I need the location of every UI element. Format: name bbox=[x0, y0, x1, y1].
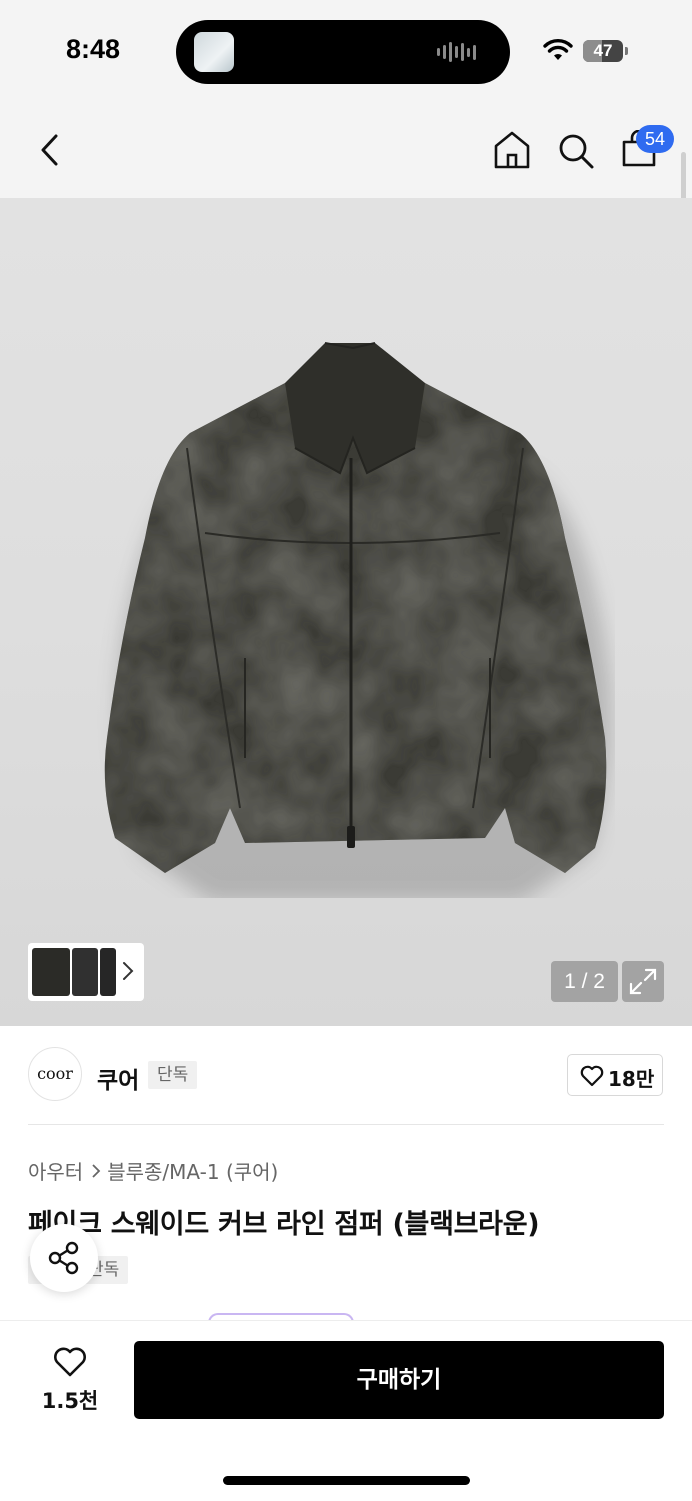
home-indicator[interactable] bbox=[223, 1476, 470, 1485]
breadcrumb-subcategory[interactable]: 블루종/MA-1 (쿠어) bbox=[107, 1156, 278, 1185]
status-bar: 8:48 47 bbox=[0, 0, 692, 100]
battery-cap bbox=[625, 47, 628, 55]
wifi-icon bbox=[543, 39, 573, 60]
thumbnail-back[interactable] bbox=[100, 948, 116, 996]
battery-icon: 47 bbox=[583, 40, 623, 62]
product-title: 페이크 스웨이드 커브 라인 점퍼 (블랙브라운) bbox=[28, 1209, 540, 1240]
exclusive-badge: 단독 bbox=[148, 1061, 198, 1089]
brand-like-count: 18만 bbox=[608, 1067, 655, 1091]
brand-like-button[interactable]: 18만 bbox=[567, 1054, 663, 1096]
product-like-count: 1.5천 bbox=[41, 1389, 99, 1413]
now-playing-artwork bbox=[194, 32, 234, 72]
breadcrumb: 아우터 블루종/MA-1 (쿠어) bbox=[28, 1156, 278, 1185]
search-icon[interactable] bbox=[557, 132, 595, 170]
battery-level: 47 bbox=[593, 41, 613, 60]
dynamic-island[interactable] bbox=[176, 20, 510, 84]
chevron-right-icon bbox=[92, 1163, 101, 1178]
thumbnail-strip[interactable] bbox=[28, 943, 144, 1001]
heart-icon[interactable] bbox=[52, 1346, 88, 1378]
brand-name[interactable]: 쿠어 bbox=[97, 1061, 139, 1095]
share-button[interactable] bbox=[30, 1224, 98, 1292]
image-pager: 1 / 2 bbox=[551, 961, 618, 1002]
thumbnail-front[interactable] bbox=[32, 948, 70, 996]
chevron-right-icon[interactable] bbox=[121, 960, 135, 982]
share-icon bbox=[48, 1241, 79, 1275]
divider bbox=[28, 1124, 664, 1125]
product-image-gallery[interactable]: 1 / 2 bbox=[0, 198, 692, 1026]
breadcrumb-category[interactable]: 아우터 bbox=[28, 1156, 83, 1185]
heart-icon bbox=[580, 1065, 604, 1087]
product-image-jacket bbox=[104, 342, 611, 898]
cart-count-badge: 54 bbox=[636, 125, 674, 153]
chevron-left-icon[interactable] bbox=[38, 133, 62, 167]
buy-button[interactable]: 구매하기 bbox=[134, 1341, 664, 1419]
expand-icon[interactable] bbox=[622, 961, 664, 1002]
brand-logo[interactable]: coor bbox=[28, 1047, 82, 1101]
audio-wave-icon bbox=[437, 42, 476, 62]
home-icon[interactable] bbox=[492, 129, 532, 169]
thumbnail-side[interactable] bbox=[72, 948, 98, 996]
status-time: 8:48 bbox=[66, 34, 121, 64]
